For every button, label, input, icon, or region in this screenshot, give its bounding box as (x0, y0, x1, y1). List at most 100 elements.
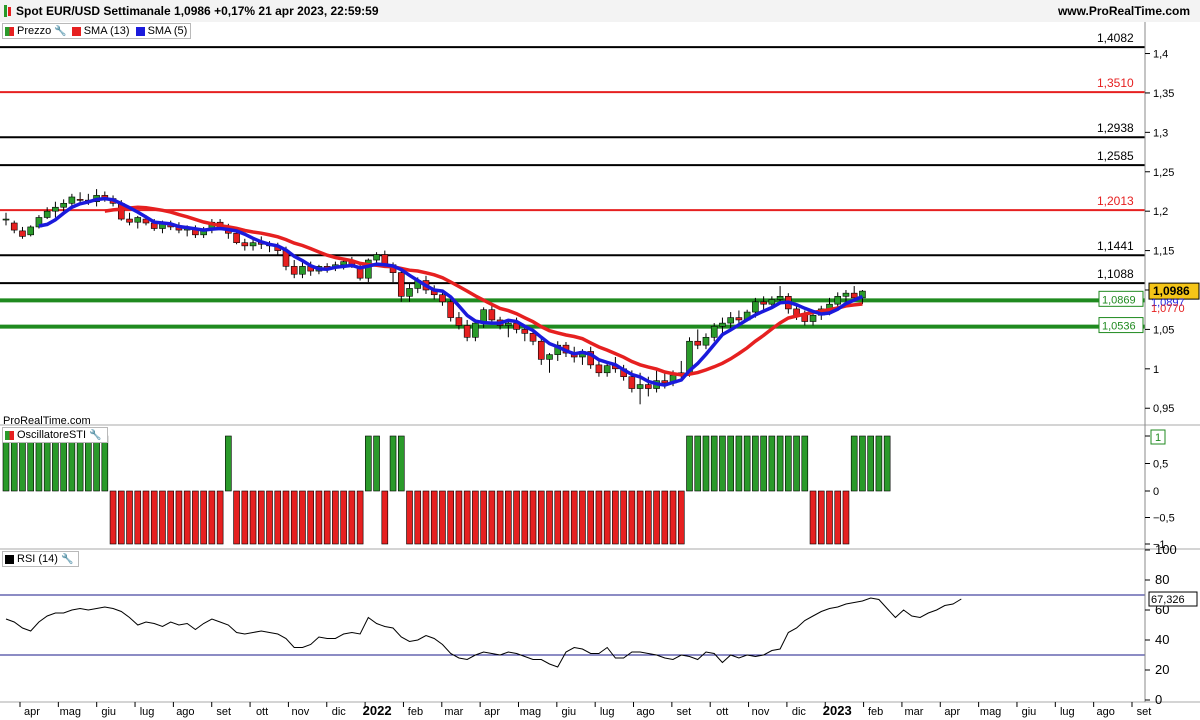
candle-body (27, 226, 35, 236)
x-tick-label: nov (752, 706, 770, 718)
osc-bar (348, 490, 356, 545)
osc-bar (10, 435, 18, 492)
rsi-swatch (5, 554, 14, 564)
candle-body (463, 325, 471, 338)
osc-bar (274, 490, 282, 545)
candle-body (134, 217, 142, 223)
candle-body (488, 309, 496, 321)
osc-bar (233, 490, 240, 545)
osc-bar (612, 490, 619, 545)
level-label: 1,2013 (1097, 194, 1134, 208)
candle-body (546, 354, 553, 360)
candle-body (290, 266, 298, 275)
candle-body (406, 288, 413, 297)
rsi-legend-label: RSI (14) (17, 553, 58, 565)
chart-canvas[interactable]: 1,40821,35101,29381,25851,20131,14411,10… (0, 22, 1200, 720)
osc-bar (595, 490, 603, 545)
candle-body (2, 218, 10, 221)
trading-chart-window: Spot EUR/USD Settimanale 1,0986 +0,17% 2… (0, 0, 1200, 720)
osc-tick-label: 0,5 (1153, 459, 1168, 471)
osc-bar (249, 490, 257, 545)
candle-body (710, 325, 718, 338)
wrench-icon[interactable]: 🔧 (61, 554, 73, 565)
osc-bar (587, 490, 594, 545)
osc-bar (834, 490, 842, 545)
osc-bar (430, 490, 438, 545)
candle-body (834, 296, 842, 305)
osc-swatch (5, 430, 14, 440)
x-tick-label: nov (292, 706, 310, 718)
rsi-legend[interactable]: RSI (14) 🔧 (2, 551, 80, 567)
candle-body (760, 301, 767, 305)
x-tick-label: lug (600, 706, 615, 718)
rsi-last-label: 67,326 (1151, 594, 1185, 606)
price-legend[interactable]: Prezzo 🔧 SMA (13) SMA (5) (2, 23, 192, 39)
x-tick-label: ago (1096, 706, 1114, 718)
candle-body (68, 196, 76, 204)
chart-type-icon-red (8, 7, 11, 16)
osc-bar (727, 435, 734, 492)
osc-bar (702, 435, 710, 492)
candle-body (397, 272, 405, 297)
osc-bar (315, 490, 323, 545)
wrench-icon[interactable]: 🔧 (89, 430, 101, 441)
osc-bar (126, 490, 133, 545)
x-tick-label: feb (408, 706, 423, 718)
osc-bar (661, 490, 669, 545)
osc-bar (266, 490, 273, 545)
x-tick-label: ago (176, 706, 194, 718)
osc-bar (93, 435, 100, 492)
candle-body (233, 232, 240, 244)
candle-body (752, 301, 759, 313)
x-tick-label: ott (256, 706, 268, 718)
osc-bar (743, 435, 751, 492)
x-tick-label: lug (140, 706, 155, 718)
candle-body (768, 299, 776, 305)
wrench-icon[interactable]: 🔧 (54, 26, 66, 37)
price-tick-label: 1,3 (1153, 127, 1168, 139)
oscillator-legend[interactable]: OscillatoreSTI 🔧 (2, 427, 108, 443)
level-label: 1,1441 (1097, 239, 1134, 253)
osc-bar (241, 490, 249, 545)
x-tick-label: mar (444, 706, 463, 718)
osc-bar (60, 435, 67, 492)
price-tick-label: 1,15 (1153, 246, 1174, 258)
x-tick-label: mag (60, 706, 81, 718)
osc-bar (134, 490, 142, 545)
candle-body (299, 266, 306, 275)
rsi-tick-label: 100 (1155, 542, 1177, 557)
candle-body (340, 261, 347, 266)
osc-bar (414, 490, 422, 545)
osc-bar (496, 490, 504, 545)
osc-bar (307, 490, 314, 545)
osc-bar (768, 435, 776, 492)
candle-body (52, 206, 59, 212)
osc-bar (653, 490, 660, 545)
osc-bar (142, 490, 150, 545)
osc-tick-label: 0 (1153, 486, 1159, 498)
osc-bar (554, 490, 562, 545)
sma13-swatch (71, 26, 81, 36)
candle-body (636, 384, 644, 389)
osc-bar (801, 435, 809, 492)
osc-bar (290, 490, 298, 545)
candle-body (537, 340, 545, 360)
osc-bar (117, 490, 125, 545)
candle-body (521, 329, 529, 334)
candle-body (595, 364, 603, 374)
price-legend-label: Prezzo (17, 25, 52, 37)
level-label: 1,2585 (1097, 149, 1134, 163)
x-tick-label: giu (1022, 706, 1037, 718)
osc-bar (447, 490, 454, 545)
x-tick-label: set (1137, 706, 1152, 718)
site-link[interactable]: www.ProRealTime.com (1058, 4, 1190, 18)
candle-body (60, 202, 67, 208)
price-tick-label: 1,35 (1153, 88, 1174, 100)
osc-bar (282, 490, 290, 545)
candle-body (76, 199, 84, 201)
osc-bar (422, 490, 430, 545)
osc-bar (373, 435, 380, 492)
x-tick-label: ago (636, 706, 654, 718)
osc-bar (365, 435, 372, 492)
candle-body (603, 365, 611, 374)
